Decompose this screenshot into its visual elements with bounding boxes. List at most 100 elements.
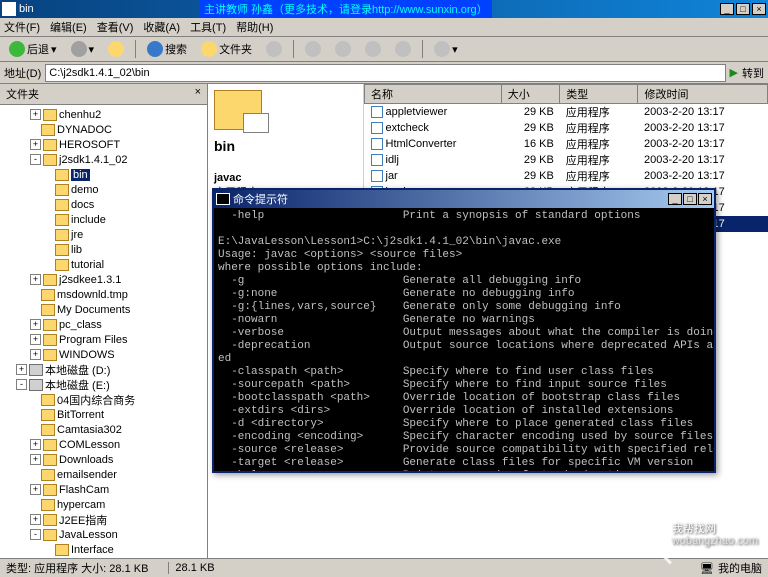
cmd-maximize-button[interactable]: □ — [683, 193, 697, 205]
tree-node[interactable]: hypercam — [2, 497, 205, 512]
tree-node[interactable]: tutorial — [2, 257, 205, 272]
tree-node[interactable]: include — [2, 212, 205, 227]
menu-file[interactable]: 文件(F) — [4, 19, 40, 35]
file-row[interactable]: appletviewer29 KB应用程序2003-2-20 13:17 — [365, 104, 768, 121]
menu-favorites[interactable]: 收藏(A) — [143, 19, 180, 35]
expand-icon[interactable]: + — [30, 514, 41, 525]
forward-icon — [71, 41, 87, 57]
back-button[interactable]: 后退 ▾ — [4, 38, 62, 60]
expand-icon[interactable]: + — [30, 319, 41, 330]
address-input[interactable] — [45, 64, 725, 82]
views-button[interactable]: ▾ — [429, 38, 463, 60]
tree-node[interactable]: My Documents — [2, 302, 205, 317]
tree-node[interactable]: BitTorrent — [2, 407, 205, 422]
copy-to-button[interactable] — [330, 38, 356, 60]
tree-node[interactable]: +chenhu2 — [2, 107, 205, 122]
delete-button[interactable] — [360, 38, 386, 60]
expand-icon[interactable]: + — [30, 454, 41, 465]
tree-node[interactable]: +FlashCam — [2, 482, 205, 497]
file-row[interactable]: extcheck29 KB应用程序2003-2-20 13:17 — [365, 120, 768, 136]
tree-node[interactable]: bin — [2, 167, 205, 182]
tree-node[interactable]: lib — [2, 242, 205, 257]
folder-icon — [43, 349, 57, 361]
expand-icon[interactable]: + — [30, 349, 41, 360]
menu-edit[interactable]: 编辑(E) — [50, 19, 87, 35]
search-label: 搜索 — [165, 41, 187, 57]
tree-node[interactable]: -j2sdk1.4.1_02 — [2, 152, 205, 167]
cmd-output[interactable]: -help Print a synopsis of standard optio… — [214, 208, 714, 471]
tree-node[interactable]: -本地磁盘 (E:) — [2, 377, 205, 392]
maximize-button[interactable]: □ — [736, 3, 750, 15]
file-row[interactable]: HtmlConverter16 KB应用程序2003-2-20 13:17 — [365, 136, 768, 152]
tree-node[interactable]: +WINDOWS — [2, 347, 205, 362]
tree-node[interactable]: +本地磁盘 (D:) — [2, 362, 205, 377]
undo-button[interactable] — [390, 38, 416, 60]
tree-node[interactable]: Interface — [2, 542, 205, 557]
tree-node[interactable]: docs — [2, 197, 205, 212]
go-label[interactable]: 转到 — [742, 65, 764, 81]
command-prompt-window[interactable]: 命令提示符 _ □ × -help Print a synopsis of st… — [212, 188, 716, 473]
tree-node[interactable]: +Program Files — [2, 332, 205, 347]
expand-icon[interactable]: + — [30, 139, 41, 150]
folder-icon — [41, 304, 55, 316]
tree-node[interactable]: +HEROSOFT — [2, 137, 205, 152]
menu-view[interactable]: 查看(V) — [97, 19, 134, 35]
tree-node[interactable]: +Downloads — [2, 452, 205, 467]
cmd-minimize-button[interactable]: _ — [668, 193, 682, 205]
expand-icon[interactable]: + — [30, 484, 41, 495]
minimize-button[interactable]: _ — [720, 3, 734, 15]
forward-button[interactable]: ▾ — [66, 38, 100, 60]
file-list[interactable]: 名称大小类型修改时间 appletviewer29 KB应用程序2003-2-2… — [364, 84, 768, 196]
tree-node[interactable]: + J2EE指南 — [2, 512, 205, 527]
tree-node[interactable]: jre — [2, 227, 205, 242]
tree-body[interactable]: +chenhu2DYNADOC+HEROSOFT-j2sdk1.4.1_02bi… — [0, 105, 207, 558]
tree-node[interactable]: Camtasia302 — [2, 422, 205, 437]
expand-icon[interactable]: - — [30, 529, 41, 540]
history-button[interactable] — [261, 38, 287, 60]
expand-icon[interactable]: + — [30, 439, 41, 450]
column-header[interactable]: 名称 — [365, 85, 502, 104]
tree-node[interactable]: emailsender — [2, 467, 205, 482]
column-header[interactable]: 类型 — [560, 85, 638, 104]
folders-label: 文件夹 — [219, 41, 252, 57]
up-button[interactable] — [103, 38, 129, 60]
expand-icon[interactable]: + — [16, 364, 27, 375]
column-header[interactable]: 修改时间 — [638, 85, 768, 104]
folder-icon — [43, 154, 57, 166]
tree-node[interactable]: +pc_class — [2, 317, 205, 332]
file-row[interactable]: idlj29 KB应用程序2003-2-20 13:17 — [365, 152, 768, 168]
go-icon[interactable]: ▶ — [730, 66, 738, 79]
expand-icon[interactable]: - — [30, 154, 41, 165]
tree-node[interactable]: +COMLesson — [2, 437, 205, 452]
menu-tools[interactable]: 工具(T) — [190, 19, 226, 35]
move-to-button[interactable] — [300, 38, 326, 60]
tree-node[interactable]: -JavaLesson — [2, 527, 205, 542]
folder-icon — [55, 229, 69, 241]
tree-node[interactable]: 04国内综合商务 — [2, 392, 205, 407]
tree-node[interactable]: demo — [2, 182, 205, 197]
expand-icon[interactable]: - — [16, 379, 27, 390]
expand-icon[interactable]: + — [30, 274, 41, 285]
status-location: 我的电脑 — [718, 560, 762, 576]
cmd-title-text: 命令提示符 — [233, 191, 668, 207]
tree-close-icon[interactable]: × — [195, 86, 201, 102]
tree-node[interactable]: +j2sdkee1.3.1 — [2, 272, 205, 287]
column-header[interactable]: 大小 — [501, 85, 560, 104]
tree-node[interactable]: DYNADOC — [2, 122, 205, 137]
cmd-title-bar[interactable]: 命令提示符 _ □ × — [214, 190, 714, 208]
folders-button[interactable]: 文件夹 — [196, 38, 257, 60]
cmd-close-button[interactable]: × — [698, 193, 712, 205]
close-button[interactable]: × — [752, 3, 766, 15]
tree-node-label: emailsender — [57, 469, 117, 481]
menu-help[interactable]: 帮助(H) — [236, 19, 273, 35]
file-row[interactable]: jar29 KB应用程序2003-2-20 13:17 — [365, 168, 768, 184]
back-label: 后退 — [27, 41, 49, 57]
search-button[interactable]: 搜索 — [142, 38, 192, 60]
expand-icon[interactable]: + — [30, 109, 41, 120]
tree-node-label: tutorial — [71, 259, 104, 271]
tree-node-label: J2EE指南 — [59, 512, 107, 528]
tree-node-label: My Documents — [57, 304, 130, 316]
tree-node[interactable]: msdownld.tmp — [2, 287, 205, 302]
expand-icon[interactable]: + — [30, 334, 41, 345]
selected-file-name: javac — [214, 172, 357, 184]
